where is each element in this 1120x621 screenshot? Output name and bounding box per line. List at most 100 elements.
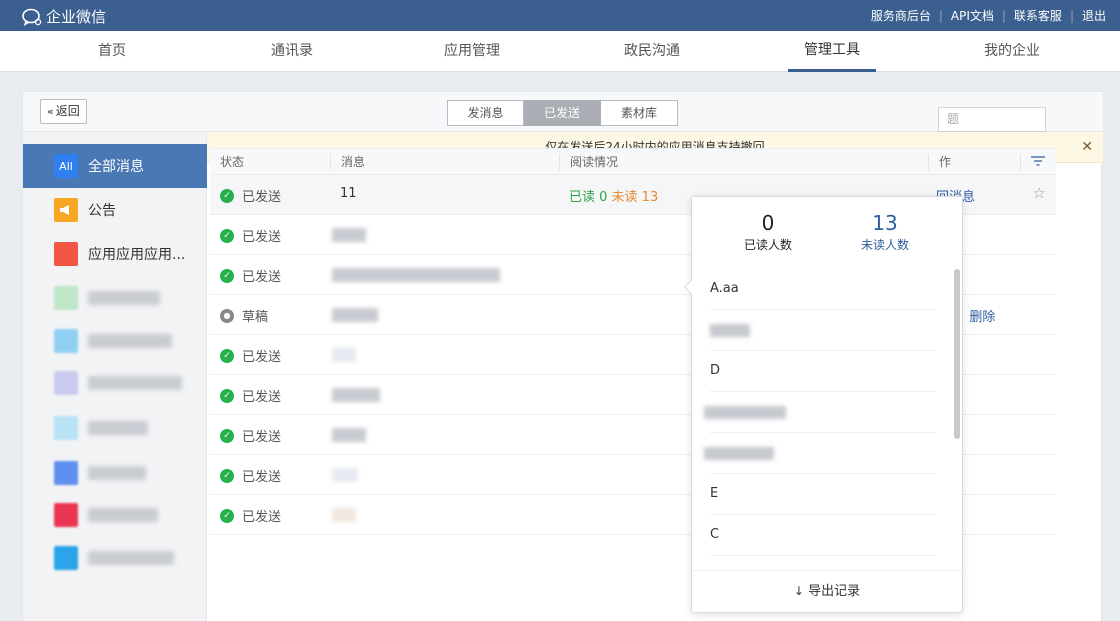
list-item[interactable]: E [710, 474, 936, 515]
close-icon[interactable]: ✕ [1081, 132, 1093, 162]
unread-count[interactable]: 未读 13 [612, 190, 659, 205]
sidebar-item-blurred[interactable] [54, 460, 146, 486]
service-console-link[interactable]: 服务商后台 [871, 7, 931, 24]
list-item[interactable] [704, 433, 936, 474]
draft-icon: ● [220, 308, 234, 323]
search-input[interactable]: 题 [938, 107, 1046, 132]
check-circle-icon: ✓ [220, 468, 234, 483]
sidebar-item-blurred[interactable] [54, 502, 158, 528]
app-icon [54, 546, 78, 570]
logout-link[interactable]: 退出 [1082, 7, 1106, 24]
read-count[interactable]: 已读 0 [569, 190, 607, 205]
top-links: 服务商后台 | API文档 | 联系客服 | 退出 [871, 7, 1106, 24]
redacted-message[interactable] [332, 508, 356, 522]
tab-sent[interactable]: 已发送 [524, 100, 601, 126]
list-item[interactable] [704, 392, 936, 433]
redacted-message[interactable] [332, 268, 500, 282]
nav-management-tools[interactable]: 管理工具 [788, 31, 876, 72]
app-icon [54, 329, 78, 353]
api-docs-link[interactable]: API文档 [951, 7, 994, 24]
sidebar-item-all-messages[interactable]: All 全部消息 [23, 144, 207, 188]
export-records-button[interactable]: ↓ 导出记录 [692, 570, 962, 612]
tab-material-library[interactable]: 素材库 [601, 100, 678, 126]
main-nav: 首页 通讯录 应用管理 政民沟通 管理工具 我的企业 [0, 31, 1120, 72]
list-item[interactable]: C [710, 515, 936, 556]
nav-contacts[interactable]: 通讯录 [248, 31, 336, 72]
redacted-message[interactable] [332, 388, 380, 402]
sidebar-item-blurred[interactable] [54, 285, 160, 311]
redacted-text [88, 466, 146, 480]
status-cell: ✓ 已发送 [220, 506, 281, 525]
app-logo[interactable]: 企业微信 [22, 6, 106, 27]
status-text: 已发送 [242, 470, 282, 485]
column-message: 消息 [330, 154, 365, 170]
status-text: 已发送 [242, 270, 282, 285]
app-icon [54, 286, 78, 310]
status-text: 已发送 [242, 230, 282, 245]
sidebar-item-blurred[interactable] [54, 415, 148, 441]
message-cell[interactable]: 11 [340, 186, 357, 201]
check-circle-icon: ✓ [220, 428, 234, 443]
status-text: 已发送 [242, 390, 282, 405]
check-circle-icon: ✓ [220, 228, 234, 243]
filter-icon[interactable] [1020, 154, 1056, 170]
redacted-message[interactable] [332, 308, 378, 322]
app-icon [54, 461, 78, 485]
status-cell: ✓ 已发送 [220, 186, 281, 205]
read-count-number: 0 [761, 211, 775, 235]
back-button[interactable]: « 返回 [40, 99, 87, 124]
status-cell: ✓ 已发送 [220, 226, 281, 245]
redacted-text [88, 334, 172, 348]
delete-link[interactable]: 删除 [969, 306, 995, 325]
back-label: 返回 [55, 104, 80, 118]
redacted-message[interactable] [332, 348, 356, 362]
nav-gov-communication[interactable]: 政民沟通 [608, 31, 696, 72]
unread-count-tab[interactable]: 13 未读人数 [825, 211, 945, 253]
star-icon[interactable]: ☆ [1033, 184, 1046, 202]
list-item[interactable] [710, 310, 936, 351]
contact-support-link[interactable]: 联系客服 [1014, 7, 1062, 24]
column-read-status: 阅读情况 [559, 154, 618, 170]
divider: | [1069, 8, 1074, 23]
column-actions: 作 [928, 154, 951, 170]
redacted-message[interactable] [332, 468, 358, 482]
list-item[interactable]: D [710, 351, 936, 392]
status-text: 已发送 [242, 190, 282, 205]
redacted-name [704, 406, 786, 419]
nav-home[interactable]: 首页 [68, 31, 156, 72]
status-text: 已发送 [242, 350, 282, 365]
list-item[interactable]: A.aa [710, 269, 936, 310]
popover-scrollbar[interactable] [954, 269, 960, 439]
app-icon [54, 503, 78, 527]
redacted-text [88, 508, 158, 522]
column-status: 状态 [220, 155, 245, 169]
download-icon: ↓ [793, 584, 804, 598]
check-circle-icon: ✓ [220, 188, 234, 203]
sidebar-item-blurred[interactable] [54, 328, 172, 354]
redacted-message[interactable] [332, 228, 366, 242]
sidebar-item-blurred[interactable] [54, 370, 182, 396]
wework-logo-icon [22, 8, 42, 26]
status-text: 已发送 [242, 430, 282, 445]
sidebar-item-app[interactable]: 应用应用应用... [23, 232, 207, 276]
member-name: A.aa [710, 281, 739, 296]
app-icon [54, 371, 78, 395]
sidebar-item-blurred[interactable] [54, 545, 174, 571]
read-status-cell[interactable]: 已读 0 未读 13 [569, 186, 658, 205]
status-text: 已发送 [242, 510, 282, 525]
app-icon [54, 242, 78, 266]
status-cell: ✓ 已发送 [220, 426, 281, 445]
read-count-tab[interactable]: 0 已读人数 [708, 211, 828, 253]
redacted-name [704, 447, 774, 460]
redacted-message[interactable] [332, 428, 366, 442]
nav-my-enterprise[interactable]: 我的企业 [968, 31, 1056, 72]
divider: | [938, 8, 943, 23]
tab-send-message[interactable]: 发消息 [447, 100, 524, 126]
status-cell: ✓ 已发送 [220, 466, 281, 485]
nav-app-management[interactable]: 应用管理 [428, 31, 516, 72]
divider: | [1001, 8, 1006, 23]
sidebar-item-announcement[interactable]: 公告 [23, 188, 207, 232]
unread-count-number: 13 [872, 211, 898, 235]
read-count-label: 已读人数 [743, 238, 792, 252]
status-cell: ● 草稿 [220, 306, 268, 325]
